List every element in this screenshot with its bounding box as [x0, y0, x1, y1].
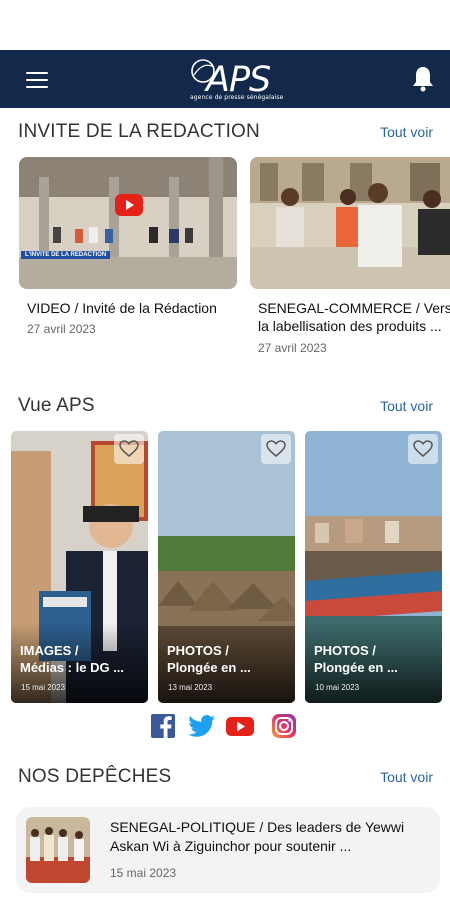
photo-title-1: IMAGES / Médias : le DG ...: [20, 643, 125, 675]
video-date-1: 27 avril 2023: [27, 322, 96, 336]
instagram-icon[interactable]: [270, 712, 298, 740]
video-card-1[interactable]: L'INVITE DE LA REDACTION: [19, 157, 237, 289]
facebook-icon[interactable]: [149, 712, 177, 740]
favorite-heart-icon-2[interactable]: [261, 434, 291, 464]
photo-card-3[interactable]: PHOTOS / Plongée en ... 10 mai 2023: [305, 431, 442, 703]
news-item[interactable]: SENEGAL-POLITIQUE / Des leaders de Yewwi…: [16, 807, 440, 893]
video-title-2-line1[interactable]: SENEGAL-COMMERCE / Vers: [258, 299, 450, 317]
logo-tagline: agence de presse sénégalaise: [190, 94, 284, 101]
photo-card-1[interactable]: IMAGES / Médias : le DG ... 15 mai 2023: [11, 431, 148, 703]
photo-date-2: 13 mai 2023: [168, 683, 213, 692]
see-all-invite[interactable]: Tout voir: [380, 124, 433, 140]
section-title-depeches: NOS DEPÊCHES: [18, 766, 172, 787]
section-title-invite: INVITE DE LA REDACTION: [18, 121, 260, 142]
photo-card-2[interactable]: PHOTOS / Plongée en ... 13 mai 2023: [158, 431, 295, 703]
news-date: 15 mai 2023: [110, 866, 177, 880]
app-header: APS agence de presse sénégalaise: [0, 50, 450, 108]
twitter-icon[interactable]: [187, 712, 217, 740]
photo-title-2: PHOTOS / Plongée en ...: [167, 643, 251, 675]
photo-date-1: 15 mai 2023: [21, 683, 66, 692]
photo-title-3: PHOTOS / Plongée en ...: [314, 643, 398, 675]
video-thumbnail-1: [19, 157, 237, 289]
section-title-vue: Vue APS: [18, 395, 95, 416]
youtube-icon[interactable]: [225, 712, 255, 740]
invite-badge: L'INVITE DE LA REDACTION: [21, 251, 111, 259]
video-thumbnail-2: [250, 157, 450, 289]
menu-icon[interactable]: [22, 68, 52, 92]
video-date-2: 27 avril 2023: [258, 341, 327, 355]
status-bar-space: [0, 0, 450, 50]
video-card-2[interactable]: [250, 157, 450, 289]
favorite-heart-icon-3[interactable]: [408, 434, 438, 464]
see-all-depeches[interactable]: Tout voir: [380, 769, 433, 785]
news-title[interactable]: SENEGAL-POLITIQUE / Des leaders de Yewwi…: [110, 818, 430, 856]
bell-icon[interactable]: [410, 64, 436, 92]
play-icon[interactable]: [115, 194, 143, 216]
favorite-heart-icon-1[interactable]: [114, 434, 144, 464]
see-all-vue[interactable]: Tout voir: [380, 398, 433, 414]
video-title-1[interactable]: VIDEO / Invité de la Rédaction: [27, 299, 227, 317]
video-title-2-line2[interactable]: la labellisation des produits ...: [258, 317, 450, 335]
photo-date-3: 10 mai 2023: [315, 683, 360, 692]
news-thumbnail: [26, 817, 90, 883]
